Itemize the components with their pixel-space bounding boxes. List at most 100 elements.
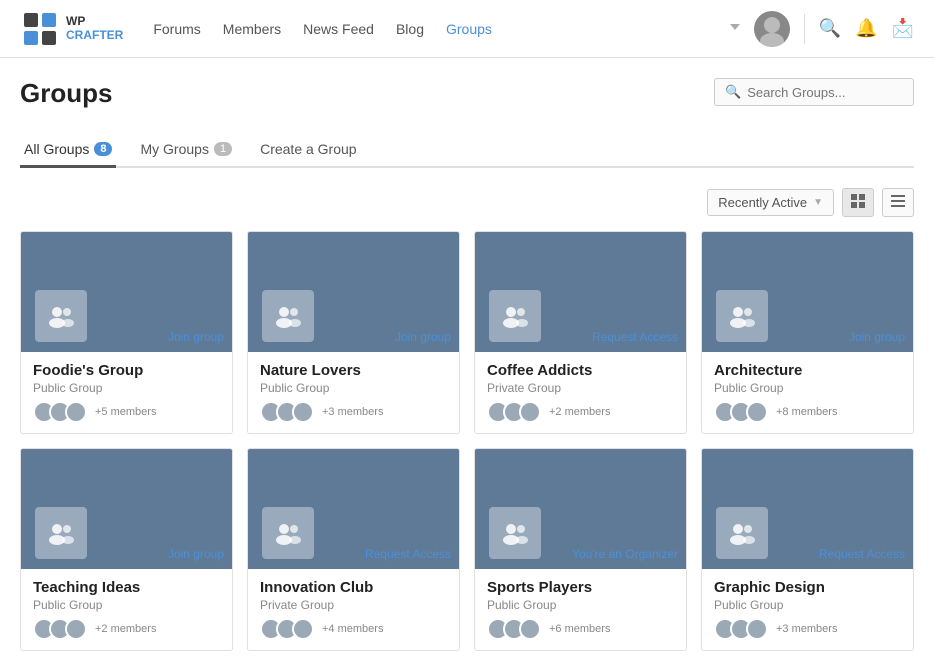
group-cover: Join group — [248, 232, 459, 352]
member-avatar — [746, 401, 768, 423]
group-members: +4 members — [260, 618, 447, 640]
nav-groups[interactable]: Groups — [446, 17, 492, 41]
group-icon — [716, 507, 768, 559]
group-type: Public Group — [33, 381, 220, 395]
group-cover: Request Access — [475, 232, 686, 352]
group-card[interactable]: Request Access Innovation Club Private G… — [247, 448, 460, 651]
nav-newsfeed[interactable]: News Feed — [303, 17, 374, 41]
messages-icon[interactable]: 📩 — [892, 18, 914, 39]
member-avatars — [33, 401, 81, 423]
group-action-link[interactable]: Join group — [168, 330, 224, 344]
group-members: +2 members — [33, 618, 220, 640]
group-type: Public Group — [33, 598, 220, 612]
nav-forums[interactable]: Forums — [153, 17, 200, 41]
tab-all-groups[interactable]: All Groups 8 — [20, 133, 116, 168]
group-name: Teaching Ideas — [33, 579, 220, 596]
group-icon — [489, 290, 541, 342]
group-card[interactable]: Join group Architecture Public Group +8 … — [701, 231, 914, 434]
group-name: Innovation Club — [260, 579, 447, 596]
member-avatars — [260, 401, 308, 423]
group-info: Sports Players Public Group +6 members — [475, 569, 686, 650]
avatar[interactable] — [754, 11, 790, 47]
group-card[interactable]: Join group Nature Lovers Public Group +3… — [247, 231, 460, 434]
groups-tabs: All Groups 8 My Groups 1 Create a Group — [20, 133, 914, 168]
tab-create-group[interactable]: Create a Group — [256, 133, 361, 168]
search-groups-icon: 🔍 — [725, 84, 741, 100]
recently-active-filter[interactable]: Recently Active ▼ — [707, 189, 834, 216]
group-action-link[interactable]: Request Access — [365, 547, 451, 561]
tab-my-groups[interactable]: My Groups 1 — [136, 133, 236, 168]
member-avatars — [714, 401, 762, 423]
member-count: +8 members — [776, 406, 837, 418]
group-card[interactable]: Join group Foodie's Group Public Group +… — [20, 231, 233, 434]
member-avatar — [519, 401, 541, 423]
member-count: +2 members — [95, 623, 156, 635]
group-icon — [262, 290, 314, 342]
group-icon — [489, 507, 541, 559]
site-logo[interactable]: WP CRAFTER — [20, 9, 123, 49]
member-avatar — [65, 401, 87, 423]
group-card[interactable]: Request Access Coffee Addicts Private Gr… — [474, 231, 687, 434]
group-cover: You're an Organizer — [475, 449, 686, 569]
groups-grid: Join group Foodie's Group Public Group +… — [20, 231, 914, 651]
group-action-link[interactable]: Join group — [849, 330, 905, 344]
member-avatars — [487, 618, 535, 640]
my-groups-badge: 1 — [214, 142, 232, 156]
group-card[interactable]: Request Access Graphic Design Public Gro… — [701, 448, 914, 651]
grid-view-button[interactable] — [842, 188, 874, 217]
member-avatars — [487, 401, 535, 423]
nav-blog[interactable]: Blog — [396, 17, 424, 41]
nav-right: 🔍 🔔 📩 — [730, 11, 914, 47]
user-dropdown-arrow[interactable] — [730, 24, 740, 34]
nav-divider — [804, 14, 805, 44]
group-action-link[interactable]: You're an Organizer — [572, 547, 678, 561]
group-action-link[interactable]: Request Access — [819, 547, 905, 561]
group-action-link[interactable]: Request Access — [592, 330, 678, 344]
member-avatar — [519, 618, 541, 640]
group-members: +3 members — [260, 401, 447, 423]
group-info: Teaching Ideas Public Group +2 members — [21, 569, 232, 650]
all-groups-badge: 8 — [94, 142, 112, 156]
group-icon — [35, 290, 87, 342]
group-info: Architecture Public Group +8 members — [702, 352, 913, 433]
search-icon[interactable]: 🔍 — [819, 18, 841, 39]
page-header: Groups 🔍 — [20, 78, 914, 123]
group-cover: Request Access — [702, 449, 913, 569]
group-name: Coffee Addicts — [487, 362, 674, 379]
group-name: Nature Lovers — [260, 362, 447, 379]
group-type: Public Group — [714, 598, 901, 612]
group-name: Graphic Design — [714, 579, 901, 596]
search-groups-bar[interactable]: 🔍 — [714, 78, 914, 106]
group-name: Foodie's Group — [33, 362, 220, 379]
list-view-button[interactable] — [882, 188, 914, 217]
search-groups-input[interactable] — [747, 85, 903, 100]
member-count: +4 members — [322, 623, 383, 635]
group-name: Architecture — [714, 362, 901, 379]
group-members: +2 members — [487, 401, 674, 423]
group-members: +6 members — [487, 618, 674, 640]
group-action-link[interactable]: Join group — [395, 330, 451, 344]
group-name: Sports Players — [487, 579, 674, 596]
filter-dropdown-icon: ▼ — [813, 197, 823, 208]
group-type: Private Group — [487, 381, 674, 395]
group-cover: Request Access — [248, 449, 459, 569]
notifications-icon[interactable]: 🔔 — [855, 18, 877, 39]
member-avatar — [746, 618, 768, 640]
group-type: Public Group — [714, 381, 901, 395]
group-info: Foodie's Group Public Group +5 members — [21, 352, 232, 433]
group-info: Graphic Design Public Group +3 members — [702, 569, 913, 650]
group-card[interactable]: Join group Teaching Ideas Public Group +… — [20, 448, 233, 651]
group-cover: Join group — [702, 232, 913, 352]
nav-members[interactable]: Members — [223, 17, 281, 41]
group-action-link[interactable]: Join group — [168, 547, 224, 561]
group-card[interactable]: You're an Organizer Sports Players Publi… — [474, 448, 687, 651]
group-members: +3 members — [714, 618, 901, 640]
group-cover: Join group — [21, 449, 232, 569]
member-avatars — [260, 618, 308, 640]
group-cover: Join group — [21, 232, 232, 352]
page-content: Groups 🔍 All Groups 8 My Groups 1 Create… — [0, 58, 934, 671]
top-navigation: WP CRAFTER Forums Members News Feed Blog… — [0, 0, 934, 58]
member-avatars — [714, 618, 762, 640]
group-info: Coffee Addicts Private Group +2 members — [475, 352, 686, 433]
group-members: +5 members — [33, 401, 220, 423]
